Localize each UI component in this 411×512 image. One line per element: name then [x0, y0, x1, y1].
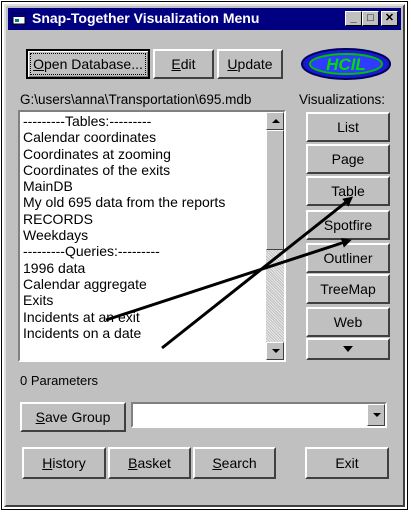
basket-button[interactable]: Basket	[108, 447, 191, 479]
update-label: Update	[227, 56, 273, 72]
exit-label: Exit	[335, 455, 359, 471]
basket-label: Basket	[128, 455, 171, 471]
minimize-button[interactable]: _	[345, 11, 362, 26]
update-button[interactable]: Update	[217, 49, 283, 79]
list-item[interactable]: RECORDS	[23, 211, 284, 227]
edit-button[interactable]: Edit	[153, 49, 214, 79]
open-database-button[interactable]: Open Database...	[26, 49, 150, 79]
hcil-logo: HCIL	[301, 48, 391, 80]
vis-button-treemap[interactable]: TreeMap	[306, 274, 390, 304]
list-item[interactable]: Calendar aggregate	[23, 276, 284, 292]
scroll-thumb[interactable]	[266, 130, 284, 250]
scroll-up-button[interactable]	[266, 112, 284, 130]
vis-button-web[interactable]: Web	[306, 307, 390, 337]
group-combo[interactable]	[131, 402, 387, 428]
tables-queries-list[interactable]: ---------Tables:--------- Calendar coord…	[18, 110, 286, 362]
search-label: Search	[212, 455, 257, 471]
vis-scroll-more-button[interactable]	[306, 338, 390, 360]
group-combo-dropdown-button[interactable]	[367, 404, 385, 426]
save-group-label: Save Group	[35, 409, 111, 425]
chevron-up-icon	[272, 119, 280, 123]
chevron-down-icon	[272, 349, 280, 353]
list-item[interactable]: Coordinates of the exits	[23, 162, 284, 178]
vis-button-label: Web	[333, 314, 363, 330]
list-item[interactable]: Exits	[23, 292, 284, 308]
list-item[interactable]: Calendar coordinates	[23, 129, 284, 145]
vis-button-table[interactable]: Table	[306, 176, 390, 206]
list-item[interactable]: Incidents on a date	[23, 325, 284, 341]
app-window-icon	[12, 13, 26, 25]
list-item[interactable]: Weekdays	[23, 227, 284, 243]
history-button[interactable]: History	[22, 447, 106, 479]
title-bar[interactable]: Snap-Together Visualization Menu _ □ ✕	[8, 8, 401, 30]
database-path: G:\users\anna\Transportation\695.mdb	[20, 92, 252, 107]
vis-button-label: Page	[331, 151, 365, 167]
vis-button-page[interactable]: Page	[306, 144, 390, 174]
maximize-button[interactable]: □	[362, 11, 379, 26]
edit-label: Edit	[171, 56, 196, 72]
list-item[interactable]: 1996 data	[23, 260, 284, 276]
vis-button-list[interactable]: List	[306, 112, 390, 142]
list-item[interactable]: ---------Tables:---------	[23, 113, 284, 129]
chevron-down-icon	[373, 413, 381, 417]
vis-button-label: Spotfire	[323, 217, 373, 233]
save-group-button[interactable]: Save Group	[20, 402, 126, 432]
vis-button-label: Table	[331, 183, 365, 199]
search-button[interactable]: Search	[193, 447, 276, 479]
hcil-logo-text: HCIL	[326, 55, 366, 74]
list-item[interactable]: ---------Queries:---------	[23, 243, 284, 259]
vis-button-outliner[interactable]: Outliner	[306, 243, 390, 273]
visualizations-heading: Visualizations:	[299, 92, 386, 107]
parameters-count: 0 Parameters	[20, 373, 99, 388]
vis-button-label: TreeMap	[320, 281, 376, 297]
window-title: Snap-Together Visualization Menu	[32, 10, 260, 26]
list-item[interactable]: My old 695 data from the reports	[23, 194, 284, 210]
history-label: History	[42, 455, 86, 471]
vis-button-label: List	[337, 119, 359, 135]
list-item[interactable]: MainDB	[23, 178, 284, 194]
list-item[interactable]: Incidents at an exit	[23, 309, 284, 325]
vis-button-label: Outliner	[323, 250, 373, 266]
exit-button[interactable]: Exit	[305, 447, 389, 479]
close-button[interactable]: ✕	[381, 11, 398, 26]
scroll-down-button[interactable]	[266, 342, 284, 360]
chevron-down-icon	[343, 346, 353, 352]
list-item[interactable]: Coordinates at zooming	[23, 146, 284, 162]
vis-button-spotfire[interactable]: Spotfire	[306, 210, 390, 240]
open-database-label: Open Database...	[33, 56, 143, 72]
list-scrollbar[interactable]	[266, 112, 284, 360]
